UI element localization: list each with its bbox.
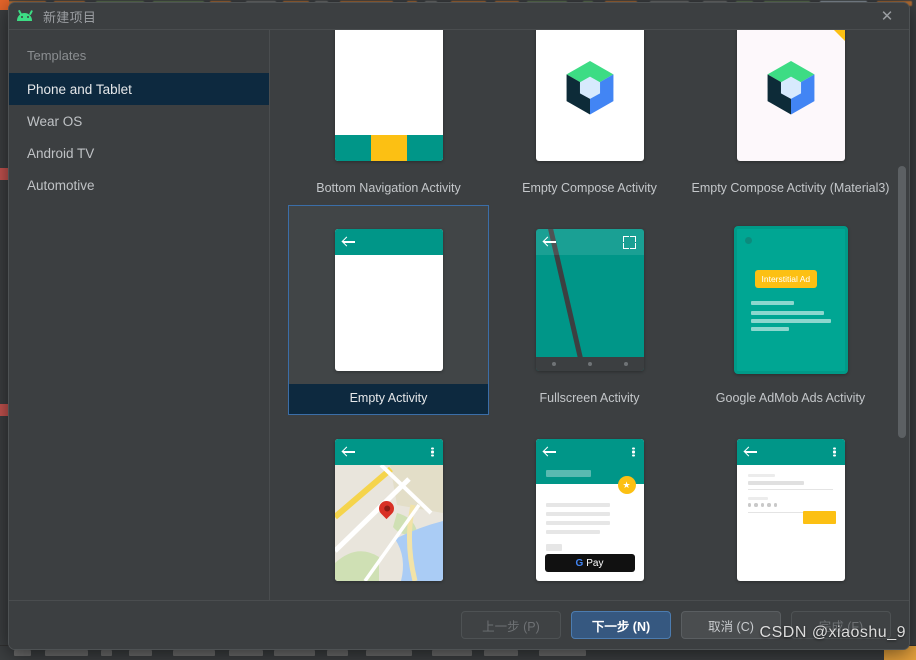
android-robot-icon <box>15 8 35 24</box>
template-label: Google Pay Activity <box>490 594 689 600</box>
template-thumbnail <box>536 30 644 174</box>
template-label: Login Activity <box>691 594 890 600</box>
template-card-bottom-navigation-activity[interactable]: Bottom Navigation Activity <box>288 30 489 205</box>
template-card-empty-compose-activity-material3[interactable]: Empty Compose Activity (Material3) <box>690 30 891 205</box>
sidebar-header: Templates <box>9 44 269 73</box>
new-project-dialog: 新建项目 ✕ Templates Phone and Tablet Wear O… <box>8 2 910 650</box>
templates-grid-panel: Bottom Navigation Activity Empty Compose… <box>270 30 909 600</box>
back-arrow-icon <box>745 446 757 458</box>
back-arrow-icon <box>343 446 355 458</box>
back-arrow-icon <box>544 236 556 248</box>
template-label: Google Maps Activity <box>289 594 488 600</box>
dialog-body: Templates Phone and Tablet Wear OS Andro… <box>9 29 909 600</box>
template-thumbnail <box>335 426 443 594</box>
scrollbar-thumb[interactable] <box>898 166 906 438</box>
previous-button[interactable]: 上一步 (P) <box>461 611 561 639</box>
template-card-empty-activity[interactable]: Empty Activity <box>288 205 489 415</box>
dialog-title: 新建项目 <box>43 7 96 26</box>
compose-thumbnail <box>536 30 644 161</box>
back-arrow-icon <box>343 236 355 248</box>
template-label: Empty Activity <box>289 384 488 414</box>
map-canvas <box>335 465 443 581</box>
sidebar-item-phone-and-tablet[interactable]: Phone and Tablet <box>9 73 269 105</box>
template-card-google-admob-ads-activity[interactable]: Interstitial Ad Google AdMob Ads Activit… <box>690 205 891 415</box>
template-thumbnail <box>335 30 443 174</box>
overflow-menu-icon <box>632 446 634 459</box>
google-pay-button: G Pay <box>545 554 635 572</box>
sidebar-item-label: Android TV <box>27 146 94 161</box>
templates-sidebar: Templates Phone and Tablet Wear OS Andro… <box>9 30 270 600</box>
new-badge-corner-icon <box>823 30 845 41</box>
fullscreen-activity-thumbnail <box>536 229 644 371</box>
back-arrow-icon <box>544 446 556 458</box>
template-card-empty-compose-activity[interactable]: Empty Compose Activity <box>489 30 690 205</box>
template-thumbnail <box>737 30 845 174</box>
template-card-google-maps-activity[interactable]: Google Maps Activity <box>288 415 489 600</box>
empty-activity-thumbnail <box>335 229 443 371</box>
sidebar-item-wear-os[interactable]: Wear OS <box>9 105 269 137</box>
templates-scrollbar[interactable] <box>898 34 906 596</box>
templates-grid: Bottom Navigation Activity Empty Compose… <box>270 30 909 600</box>
template-card-fullscreen-activity[interactable]: Fullscreen Activity <box>489 205 690 415</box>
jetpack-compose-icon <box>562 61 618 119</box>
overflow-menu-icon <box>833 446 835 459</box>
google-g-icon: G <box>575 558 583 569</box>
google-maps-activity-thumbnail <box>335 439 443 581</box>
template-thumbnail <box>737 426 845 594</box>
bottom-navigation-thumbnail <box>335 30 443 161</box>
screen-root: 新建项目 ✕ Templates Phone and Tablet Wear O… <box>0 0 916 660</box>
login-submit-button <box>803 511 836 524</box>
admob-activity-thumbnail: Interstitial Ad <box>734 226 848 374</box>
fullscreen-expand-icon <box>623 236 636 249</box>
template-card-login-activity[interactable]: Login Activity <box>690 415 891 600</box>
template-card-google-pay-activity[interactable]: ★ G Pay <box>489 415 690 600</box>
star-fab-icon: ★ <box>618 476 636 494</box>
sidebar-item-automotive[interactable]: Automotive <box>9 169 269 201</box>
login-activity-thumbnail <box>737 439 845 581</box>
template-thumbnail <box>536 216 644 384</box>
dialog-titlebar: 新建项目 ✕ <box>9 3 909 29</box>
jetpack-compose-icon <box>763 61 819 119</box>
cancel-button[interactable]: 取消 (C) <box>681 611 781 639</box>
next-button[interactable]: 下一步 (N) <box>571 611 671 639</box>
sidebar-item-label: Automotive <box>27 178 95 193</box>
dialog-footer: 上一步 (P) 下一步 (N) 取消 (C) 完成 (F) <box>9 600 909 649</box>
template-label: Empty Compose Activity (Material3) <box>691 174 890 204</box>
close-icon[interactable]: ✕ <box>865 3 909 29</box>
interstitial-ad-badge: Interstitial Ad <box>755 270 818 288</box>
template-thumbnail: Interstitial Ad <box>734 216 848 384</box>
compose-material3-thumbnail <box>737 30 845 161</box>
template-thumbnail <box>335 216 443 384</box>
template-label: Google AdMob Ads Activity <box>691 384 890 414</box>
google-pay-label: Pay <box>586 558 603 569</box>
finish-button[interactable]: 完成 (F) <box>791 611 891 639</box>
sidebar-item-label: Phone and Tablet <box>27 82 132 97</box>
template-label: Empty Compose Activity <box>490 174 689 204</box>
google-pay-activity-thumbnail: ★ G Pay <box>536 439 644 581</box>
sidebar-item-android-tv[interactable]: Android TV <box>9 137 269 169</box>
overflow-menu-icon <box>431 446 433 459</box>
template-label: Bottom Navigation Activity <box>289 174 488 204</box>
sidebar-item-label: Wear OS <box>27 114 82 129</box>
template-thumbnail: ★ G Pay <box>536 426 644 594</box>
template-label: Fullscreen Activity <box>490 384 689 414</box>
